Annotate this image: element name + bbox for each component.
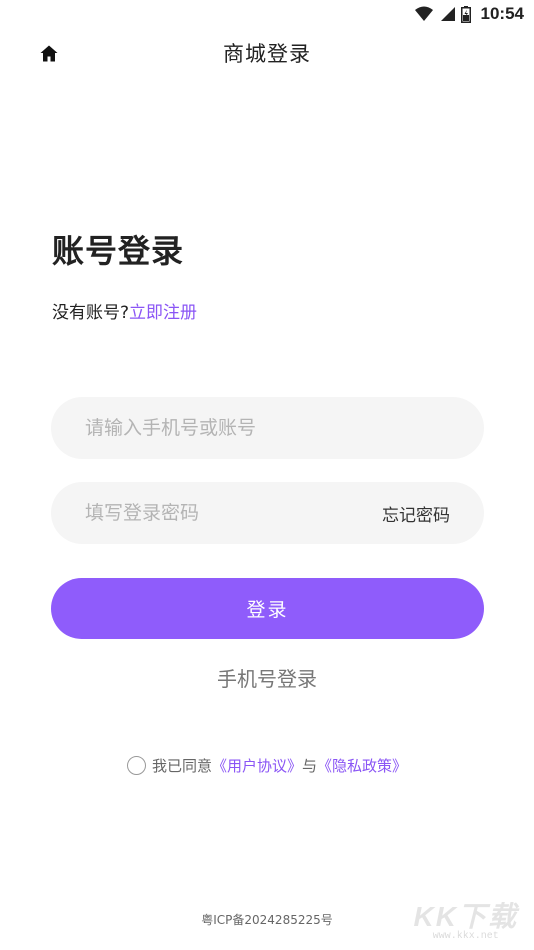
forgot-password-link[interactable]: 忘记密码 xyxy=(382,501,450,526)
watermark-logo: KK下载 www.kkx.net xyxy=(414,895,518,942)
home-button[interactable] xyxy=(38,44,60,66)
agreement-checkbox[interactable] xyxy=(126,756,146,775)
home-icon xyxy=(40,45,58,66)
agreement-conjunction: 与 xyxy=(302,757,318,775)
wifi-icon xyxy=(414,6,433,22)
agreement-prefix: 我已同意 xyxy=(151,757,212,775)
battery-icon xyxy=(460,5,471,23)
account-input[interactable] xyxy=(85,417,450,439)
signal-icon xyxy=(439,6,455,22)
user-agreement-link[interactable]: 《用户协议》 xyxy=(212,755,302,776)
password-input[interactable] xyxy=(85,502,382,524)
login-heading: 账号登录 xyxy=(52,232,185,270)
no-account-text: 没有账号? xyxy=(52,303,130,323)
nav-bar: 商城登录 xyxy=(0,30,534,76)
register-row: 没有账号?立即注册 xyxy=(52,298,197,323)
login-button[interactable]: 登录 xyxy=(51,578,484,639)
page-title: 商城登录 xyxy=(223,42,311,66)
status-time: 10:54 xyxy=(480,4,524,23)
login-screen: 10:54 商城登录 账号登录 没有账号?立即注册 忘记密码 登录 手机号登录 … xyxy=(0,0,534,950)
status-bar: 10:54 xyxy=(0,0,534,28)
register-link[interactable]: 立即注册 xyxy=(129,303,197,323)
account-field xyxy=(51,397,484,459)
agreement-row: 我已同意 《用户协议》与《隐私政策》 xyxy=(0,755,534,776)
privacy-policy-link[interactable]: 《隐私政策》 xyxy=(317,755,407,776)
watermark-text: KK下载 xyxy=(413,901,518,932)
phone-login-link[interactable]: 手机号登录 xyxy=(0,663,534,692)
password-field: 忘记密码 xyxy=(51,482,484,544)
